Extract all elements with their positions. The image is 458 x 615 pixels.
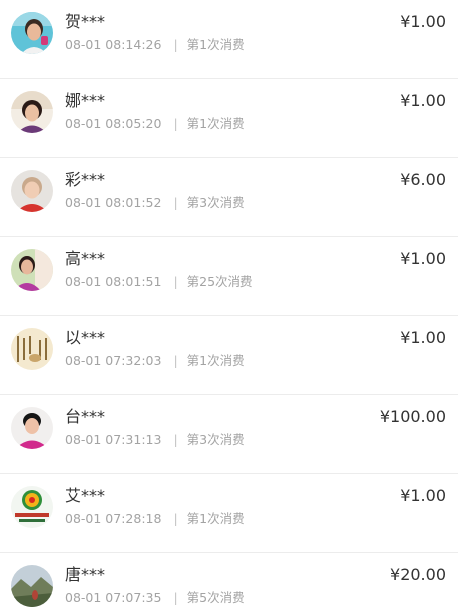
meta-separator: | <box>173 195 178 210</box>
consumption-record-list: 贺*** 08-01 08:14:26 | 第1次消费 ¥1.00 娜*** 08-… <box>0 0 458 615</box>
user-avatar <box>11 407 53 449</box>
user-name: 唐*** <box>65 565 106 584</box>
user-avatar <box>11 91 53 133</box>
user-name: 艾*** <box>65 486 106 505</box>
user-name: 贺*** <box>65 12 106 31</box>
meta-separator: | <box>173 37 178 52</box>
record-row[interactable]: 台*** 08-01 07:31:13 | 第3次消费 ¥100.00 <box>0 395 458 474</box>
record-row[interactable]: 高*** 08-01 08:01:51 | 第25次消费 ¥1.00 <box>0 237 458 316</box>
record-meta: 08-01 07:07:35 | 第5次消费 <box>65 589 245 607</box>
meta-separator: | <box>173 511 178 526</box>
record-amount: ¥1.00 <box>400 91 446 110</box>
record-row[interactable]: 贺*** 08-01 08:14:26 | 第1次消费 ¥1.00 <box>0 0 458 79</box>
user-name: 娜*** <box>65 91 106 110</box>
consumption-count: 第3次消费 <box>186 432 245 447</box>
user-name: 彩*** <box>65 170 106 189</box>
record-row[interactable]: 艾*** 08-01 07:28:18 | 第1次消费 ¥1.00 <box>0 474 458 553</box>
meta-separator: | <box>173 590 178 605</box>
record-meta: 08-01 08:14:26 | 第1次消费 <box>65 36 245 54</box>
consumption-count: 第1次消费 <box>186 116 245 131</box>
user-name: 台*** <box>65 407 106 426</box>
record-time: 08-01 07:07:35 <box>65 590 162 605</box>
record-meta: 08-01 07:28:18 | 第1次消费 <box>65 510 245 528</box>
user-avatar <box>11 328 53 370</box>
consumption-count: 第5次消费 <box>186 590 245 605</box>
user-avatar <box>11 565 53 607</box>
record-time: 08-01 07:31:13 <box>65 432 162 447</box>
record-time: 08-01 08:01:52 <box>65 195 162 210</box>
record-meta: 08-01 08:01:51 | 第25次消费 <box>65 273 253 291</box>
user-name: 高*** <box>65 249 106 268</box>
record-amount: ¥20.00 <box>390 565 446 584</box>
user-avatar <box>11 170 53 212</box>
meta-separator: | <box>173 274 178 289</box>
consumption-count: 第3次消费 <box>186 195 245 210</box>
record-amount: ¥6.00 <box>400 170 446 189</box>
record-row[interactable]: 娜*** 08-01 08:05:20 | 第1次消费 ¥1.00 <box>0 79 458 158</box>
record-amount: ¥1.00 <box>400 12 446 31</box>
consumption-count: 第1次消费 <box>186 37 245 52</box>
consumption-count: 第1次消费 <box>186 353 245 368</box>
user-avatar <box>11 486 53 528</box>
record-meta: 08-01 07:32:03 | 第1次消费 <box>65 352 245 370</box>
record-time: 08-01 08:14:26 <box>65 37 162 52</box>
user-name: 以*** <box>65 328 106 347</box>
record-meta: 08-01 08:01:52 | 第3次消费 <box>65 194 245 212</box>
record-meta: 08-01 08:05:20 | 第1次消费 <box>65 115 245 133</box>
record-time: 08-01 08:05:20 <box>65 116 162 131</box>
record-amount: ¥1.00 <box>400 486 446 505</box>
record-time: 08-01 07:28:18 <box>65 511 162 526</box>
meta-separator: | <box>173 116 178 131</box>
record-row[interactable]: 以*** 08-01 07:32:03 | 第1次消费 ¥1.00 <box>0 316 458 395</box>
record-meta: 08-01 07:31:13 | 第3次消费 <box>65 431 245 449</box>
record-row[interactable]: 彩*** 08-01 08:01:52 | 第3次消费 ¥6.00 <box>0 158 458 237</box>
user-avatar <box>11 249 53 291</box>
consumption-count: 第25次消费 <box>186 274 253 289</box>
meta-separator: | <box>173 353 178 368</box>
consumption-count: 第1次消费 <box>186 511 245 526</box>
record-amount: ¥100.00 <box>379 407 446 426</box>
record-time: 08-01 08:01:51 <box>65 274 162 289</box>
user-avatar <box>11 12 53 54</box>
record-amount: ¥1.00 <box>400 328 446 347</box>
record-row[interactable]: 唐*** 08-01 07:07:35 | 第5次消费 ¥20.00 <box>0 553 458 615</box>
meta-separator: | <box>173 432 178 447</box>
record-time: 08-01 07:32:03 <box>65 353 162 368</box>
record-amount: ¥1.00 <box>400 249 446 268</box>
